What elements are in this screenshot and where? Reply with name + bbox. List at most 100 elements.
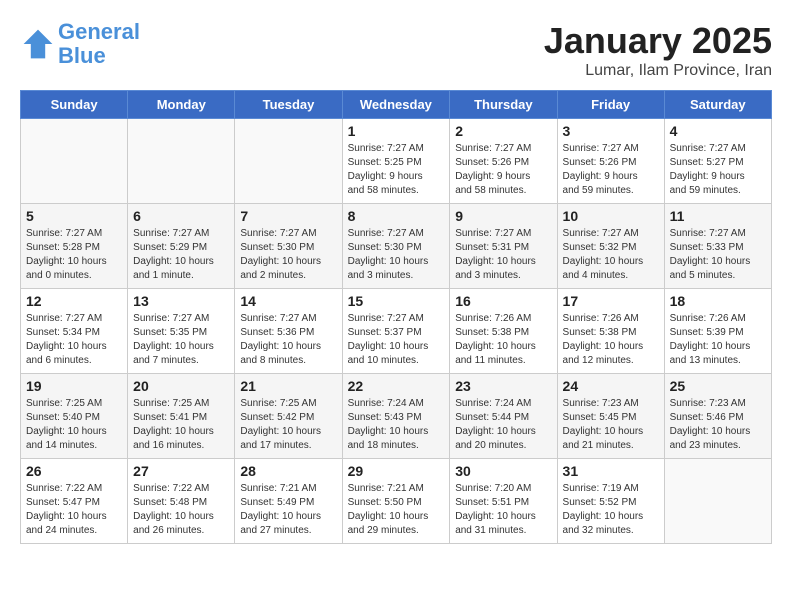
calendar-day-cell: 2 Sunrise: 7:27 AM Sunset: 5:26 PM Daylig… (450, 119, 557, 204)
calendar-day-cell (128, 119, 235, 204)
calendar-day-cell: 28 Sunrise: 7:21 AM Sunset: 5:49 PM Dayli… (235, 459, 342, 544)
day-info: Sunrise: 7:22 AM Sunset: 5:48 PM Dayligh… (133, 482, 229, 538)
calendar-week-row: 12Sunrise: 7:27 AM Sunset: 5:34 PM Dayli… (21, 289, 772, 374)
calendar-day-cell: 15 Sunrise: 7:27 AM Sunset: 5:37 PM Dayli… (342, 289, 450, 374)
title-section: January 2025 Lumar, Ilam Province, Iran (544, 20, 772, 80)
day-number: 16 (455, 293, 551, 309)
day-number: 28 (240, 463, 336, 479)
weekday-header-row: SundayMondayTuesdayWednesdayThursdayFrid… (21, 91, 772, 119)
calendar-day-cell: 7Sunrise: 7:27 AM Sunset: 5:30 PM Daylig… (235, 204, 342, 289)
calendar-day-cell: 1 Sunrise: 7:27 AM Sunset: 5:25 PM Daylig… (342, 119, 450, 204)
day-info: Sunrise: 7:20 AM Sunset: 5:51 PM Dayligh… (455, 482, 551, 538)
calendar-day-cell: 23Sunrise: 7:24 AM Sunset: 5:44 PM Dayli… (450, 374, 557, 459)
calendar-day-cell: 25 Sunrise: 7:23 AM Sunset: 5:46 PM Dayli… (664, 374, 771, 459)
calendar-week-row: 26Sunrise: 7:22 AM Sunset: 5:47 PM Dayli… (21, 459, 772, 544)
day-info: Sunrise: 7:27 AM Sunset: 5:25 PM Dayligh… (348, 142, 445, 198)
day-number: 21 (240, 378, 336, 394)
calendar-day-cell: 19 Sunrise: 7:25 AM Sunset: 5:40 PM Dayli… (21, 374, 128, 459)
day-number: 3 (563, 123, 659, 139)
calendar-day-cell: 31 Sunrise: 7:19 AM Sunset: 5:52 PM Dayli… (557, 459, 664, 544)
weekday-header-cell: Monday (128, 91, 235, 119)
calendar-day-cell: 22 Sunrise: 7:24 AM Sunset: 5:43 PM Dayli… (342, 374, 450, 459)
weekday-header-cell: Thursday (450, 91, 557, 119)
weekday-header-cell: Sunday (21, 91, 128, 119)
calendar-day-cell: 13 Sunrise: 7:27 AM Sunset: 5:35 PM Dayli… (128, 289, 235, 374)
calendar-day-cell: 18 Sunrise: 7:26 AM Sunset: 5:39 PM Dayli… (664, 289, 771, 374)
calendar-title: January 2025 (544, 20, 772, 62)
calendar-day-cell: 16 Sunrise: 7:26 AM Sunset: 5:38 PM Dayli… (450, 289, 557, 374)
logo: General Blue (20, 20, 140, 68)
weekday-header-cell: Saturday (664, 91, 771, 119)
weekday-header-cell: Wednesday (342, 91, 450, 119)
day-info: Sunrise: 7:25 AM Sunset: 5:40 PM Dayligh… (26, 397, 122, 453)
day-number: 2 (455, 123, 551, 139)
calendar-day-cell: 17 Sunrise: 7:26 AM Sunset: 5:38 PM Dayli… (557, 289, 664, 374)
day-info: Sunrise: 7:23 AM Sunset: 5:46 PM Dayligh… (670, 397, 766, 453)
day-info: Sunrise: 7:27 AM Sunset: 5:26 PM Dayligh… (455, 142, 551, 198)
day-info: Sunrise: 7:24 AM Sunset: 5:44 PM Dayligh… (455, 397, 551, 453)
calendar-day-cell: 12Sunrise: 7:27 AM Sunset: 5:34 PM Dayli… (21, 289, 128, 374)
calendar-day-cell: 9 Sunrise: 7:27 AM Sunset: 5:31 PM Daylig… (450, 204, 557, 289)
calendar-day-cell: 30 Sunrise: 7:20 AM Sunset: 5:51 PM Dayli… (450, 459, 557, 544)
day-number: 19 (26, 378, 122, 394)
day-info: Sunrise: 7:27 AM Sunset: 5:26 PM Dayligh… (563, 142, 659, 198)
calendar-day-cell: 29Sunrise: 7:21 AM Sunset: 5:50 PM Dayli… (342, 459, 450, 544)
calendar-day-cell: 27Sunrise: 7:22 AM Sunset: 5:48 PM Dayli… (128, 459, 235, 544)
calendar-day-cell: 14 Sunrise: 7:27 AM Sunset: 5:36 PM Dayli… (235, 289, 342, 374)
day-info: Sunrise: 7:27 AM Sunset: 5:35 PM Dayligh… (133, 312, 229, 368)
day-info: Sunrise: 7:27 AM Sunset: 5:28 PM Dayligh… (26, 227, 122, 283)
day-info: Sunrise: 7:25 AM Sunset: 5:42 PM Dayligh… (240, 397, 336, 453)
day-info: Sunrise: 7:21 AM Sunset: 5:49 PM Dayligh… (240, 482, 336, 538)
calendar-day-cell: 6Sunrise: 7:27 AM Sunset: 5:29 PM Daylig… (128, 204, 235, 289)
day-info: Sunrise: 7:23 AM Sunset: 5:45 PM Dayligh… (563, 397, 659, 453)
day-number: 25 (670, 378, 766, 394)
day-number: 26 (26, 463, 122, 479)
day-info: Sunrise: 7:27 AM Sunset: 5:30 PM Dayligh… (240, 227, 336, 283)
calendar-day-cell (21, 119, 128, 204)
calendar-subtitle: Lumar, Ilam Province, Iran (544, 62, 772, 80)
calendar-week-row: 1 Sunrise: 7:27 AM Sunset: 5:25 PM Daylig… (21, 119, 772, 204)
day-number: 17 (563, 293, 659, 309)
day-number: 13 (133, 293, 229, 309)
calendar-day-cell: 24 Sunrise: 7:23 AM Sunset: 5:45 PM Dayli… (557, 374, 664, 459)
calendar-day-cell (664, 459, 771, 544)
day-number: 14 (240, 293, 336, 309)
day-number: 12 (26, 293, 122, 309)
calendar-table: SundayMondayTuesdayWednesdayThursdayFrid… (20, 90, 772, 544)
day-number: 30 (455, 463, 551, 479)
day-info: Sunrise: 7:25 AM Sunset: 5:41 PM Dayligh… (133, 397, 229, 453)
day-info: Sunrise: 7:27 AM Sunset: 5:32 PM Dayligh… (563, 227, 659, 283)
day-number: 31 (563, 463, 659, 479)
calendar-day-cell: 26Sunrise: 7:22 AM Sunset: 5:47 PM Dayli… (21, 459, 128, 544)
day-number: 1 (348, 123, 445, 139)
day-info: Sunrise: 7:27 AM Sunset: 5:30 PM Dayligh… (348, 227, 445, 283)
day-info: Sunrise: 7:27 AM Sunset: 5:31 PM Dayligh… (455, 227, 551, 283)
day-number: 10 (563, 208, 659, 224)
day-number: 20 (133, 378, 229, 394)
day-number: 22 (348, 378, 445, 394)
calendar-week-row: 5 Sunrise: 7:27 AM Sunset: 5:28 PM Daylig… (21, 204, 772, 289)
day-info: Sunrise: 7:27 AM Sunset: 5:33 PM Dayligh… (670, 227, 766, 283)
day-info: Sunrise: 7:27 AM Sunset: 5:36 PM Dayligh… (240, 312, 336, 368)
calendar-day-cell: 5 Sunrise: 7:27 AM Sunset: 5:28 PM Daylig… (21, 204, 128, 289)
calendar-day-cell: 21 Sunrise: 7:25 AM Sunset: 5:42 PM Dayli… (235, 374, 342, 459)
calendar-day-cell: 8Sunrise: 7:27 AM Sunset: 5:30 PM Daylig… (342, 204, 450, 289)
calendar-day-cell: 4Sunrise: 7:27 AM Sunset: 5:27 PM Daylig… (664, 119, 771, 204)
day-number: 9 (455, 208, 551, 224)
calendar-week-row: 19 Sunrise: 7:25 AM Sunset: 5:40 PM Dayli… (21, 374, 772, 459)
day-info: Sunrise: 7:26 AM Sunset: 5:38 PM Dayligh… (455, 312, 551, 368)
day-number: 18 (670, 293, 766, 309)
day-info: Sunrise: 7:27 AM Sunset: 5:37 PM Dayligh… (348, 312, 445, 368)
day-info: Sunrise: 7:26 AM Sunset: 5:38 PM Dayligh… (563, 312, 659, 368)
day-info: Sunrise: 7:26 AM Sunset: 5:39 PM Dayligh… (670, 312, 766, 368)
calendar-day-cell: 20 Sunrise: 7:25 AM Sunset: 5:41 PM Dayli… (128, 374, 235, 459)
day-number: 15 (348, 293, 445, 309)
day-info: Sunrise: 7:24 AM Sunset: 5:43 PM Dayligh… (348, 397, 445, 453)
logo-icon (20, 26, 56, 62)
day-number: 5 (26, 208, 122, 224)
day-number: 24 (563, 378, 659, 394)
day-info: Sunrise: 7:21 AM Sunset: 5:50 PM Dayligh… (348, 482, 445, 538)
weekday-header-cell: Friday (557, 91, 664, 119)
day-info: Sunrise: 7:19 AM Sunset: 5:52 PM Dayligh… (563, 482, 659, 538)
day-info: Sunrise: 7:27 AM Sunset: 5:29 PM Dayligh… (133, 227, 229, 283)
